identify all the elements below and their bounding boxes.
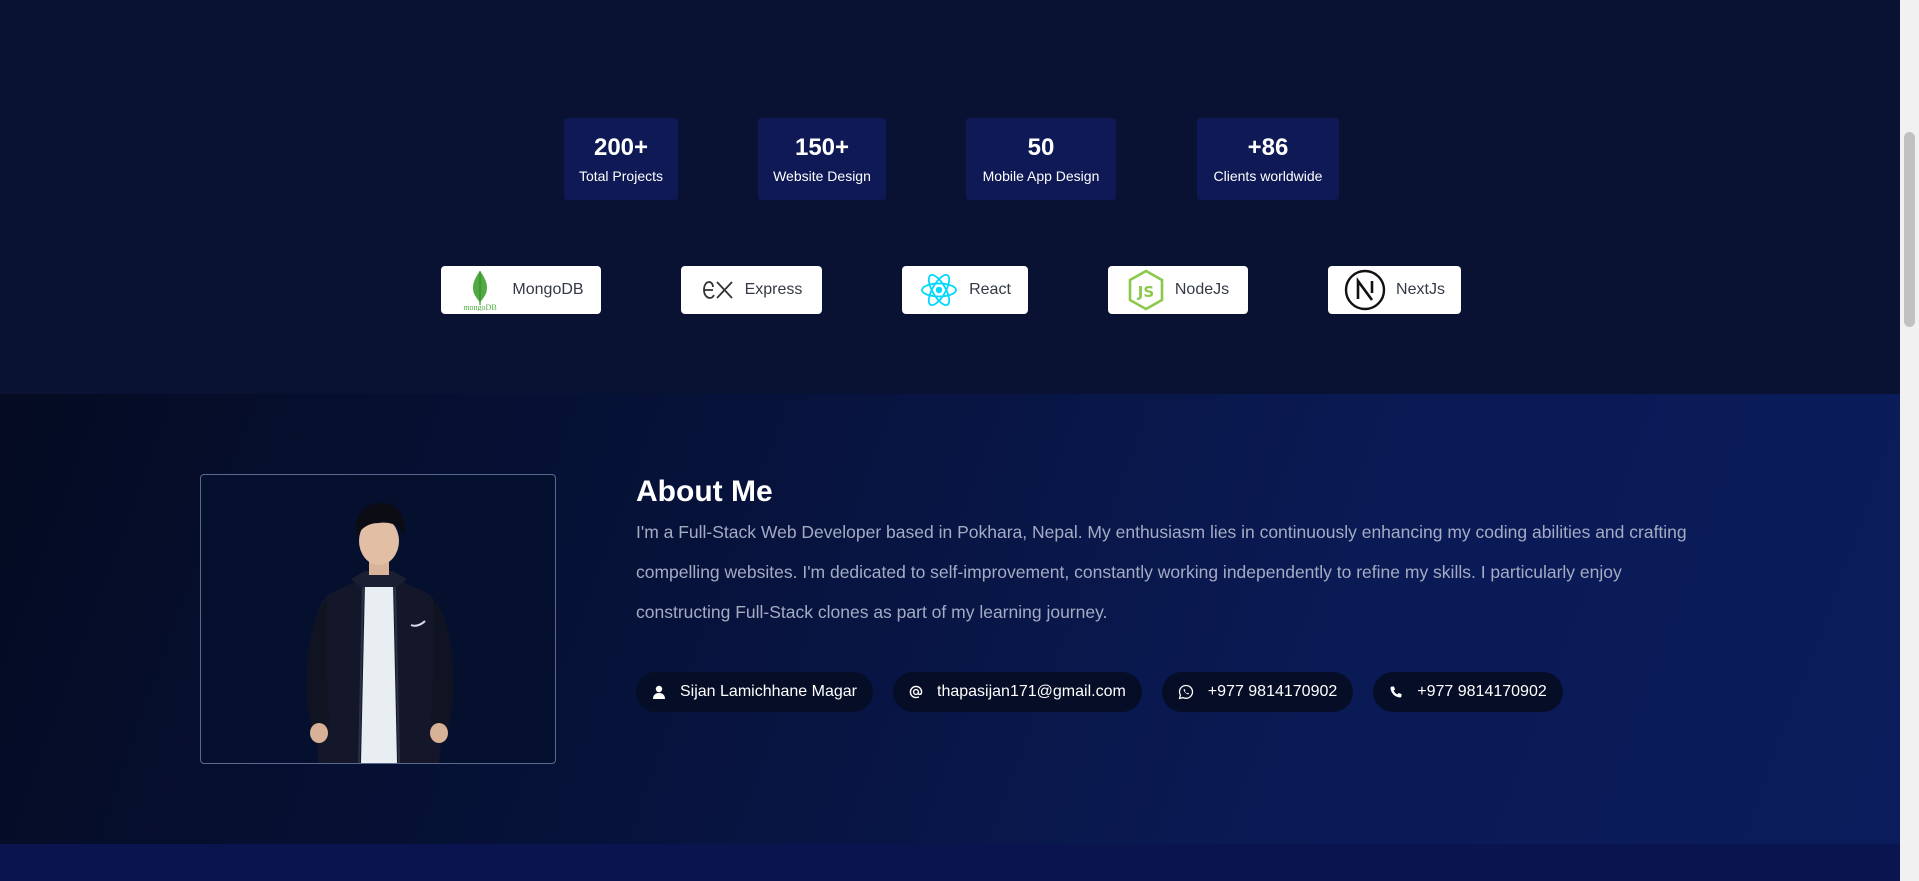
react-icon (919, 270, 959, 310)
stat-label: Mobile App Design (982, 168, 1100, 184)
stats-section: 200+ Total Projects 150+ Website Design … (0, 0, 1900, 394)
stat-card-total-projects: 200+ Total Projects (564, 118, 678, 200)
mongodb-icon: mongoDB (458, 269, 502, 311)
contact-text: Sijan Lamichhane Magar (680, 683, 857, 700)
tech-badge-express[interactable]: Express (681, 266, 822, 314)
user-icon (652, 685, 666, 699)
whatsapp-icon (1178, 684, 1194, 700)
nextjs-icon (1344, 269, 1386, 311)
stat-value: 50 (1027, 134, 1055, 161)
contact-whatsapp-chip[interactable]: +977 9814170902 (1161, 672, 1354, 712)
contact-text: +977 9814170902 (1417, 683, 1547, 700)
stat-label: Website Design (773, 168, 871, 184)
svg-text:mongoDB: mongoDB (464, 303, 497, 311)
tech-label: MongoDB (512, 281, 584, 298)
stat-label: Total Projects (578, 168, 664, 184)
svg-text:JS: JS (1137, 283, 1154, 301)
stat-value: +86 (1247, 134, 1289, 161)
contact-text: thapasijan171@gmail.com (937, 683, 1126, 700)
scrollbar-thumb[interactable] (1904, 132, 1915, 327)
about-section: About Me I'm a Full-Stack Web Developer … (0, 394, 1900, 844)
contact-text: +977 9814170902 (1207, 683, 1338, 700)
about-title: About Me (636, 475, 773, 508)
phone-icon (1389, 685, 1403, 699)
contact-name-chip[interactable]: Sijan Lamichhane Magar (636, 672, 873, 712)
stat-card-website-design: 150+ Website Design (758, 118, 886, 200)
tech-label: NodeJs (1174, 281, 1230, 298)
stat-value: 150+ (794, 134, 850, 161)
express-icon (701, 278, 735, 302)
contact-list: Sijan Lamichhane Magar thapasijan171@gma… (636, 672, 1563, 712)
tech-label: Express (744, 281, 803, 298)
nodejs-icon: JS (1127, 269, 1165, 311)
stat-card-clients-worldwide: +86 Clients worldwide (1197, 118, 1339, 200)
tech-stack-row: mongoDB MongoDB Express React JS NodeJs … (0, 266, 1900, 314)
tech-badge-nextjs[interactable]: NextJs (1328, 266, 1461, 314)
tech-badge-mongodb[interactable]: mongoDB MongoDB (441, 266, 601, 314)
at-icon (909, 685, 923, 699)
tech-label: React (969, 281, 1011, 298)
stats-row: 200+ Total Projects 150+ Website Design … (0, 118, 1900, 200)
stat-label: Clients worldwide (1213, 168, 1323, 184)
tech-badge-react[interactable]: React (902, 266, 1028, 314)
contact-email-chip[interactable]: thapasijan171@gmail.com (893, 672, 1142, 712)
tech-label: NextJs (1396, 281, 1445, 298)
profile-photo (200, 474, 556, 764)
stat-value: 200+ (593, 134, 649, 161)
about-description: I'm a Full-Stack Web Developer based in … (636, 522, 1687, 622)
stat-card-mobile-app-design: 50 Mobile App Design (966, 118, 1116, 200)
next-section-edge (0, 844, 1900, 881)
contact-phone-chip[interactable]: +977 9814170902 (1373, 672, 1563, 712)
page-scrollbar[interactable] (1900, 0, 1919, 881)
tech-badge-nodejs[interactable]: JS NodeJs (1108, 266, 1248, 314)
